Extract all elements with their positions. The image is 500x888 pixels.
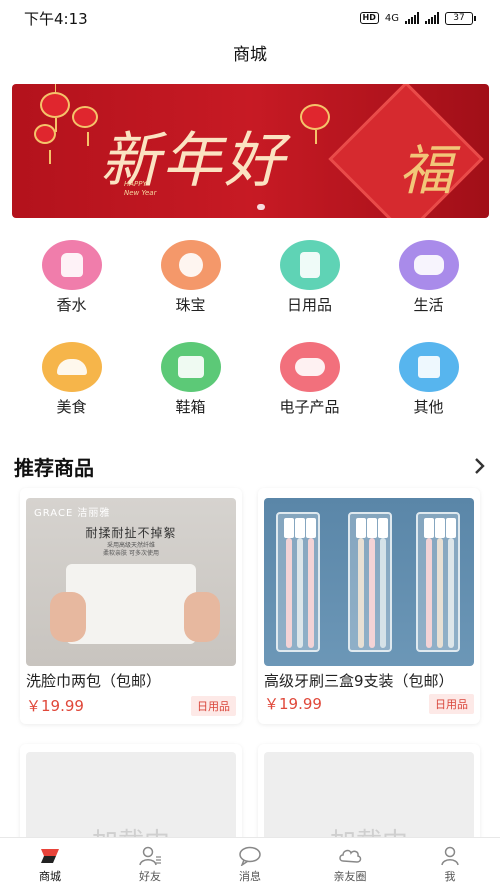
category-electronics[interactable]: 电子产品: [250, 342, 369, 444]
fu-character: 福: [399, 139, 453, 202]
nav-label: 亲友圈: [333, 870, 367, 883]
product-price: ￥19.99: [26, 697, 84, 715]
nav-item-messages[interactable]: 消息: [200, 838, 300, 888]
hand-shape: [50, 592, 86, 642]
product-image-headline: 耐揉耐扯不掉絮: [85, 526, 177, 540]
chevron-right-icon[interactable]: [474, 455, 486, 479]
product-card[interactable]: 高级牙刷三盒9支装（包邮） ￥19.99 日用品: [258, 488, 480, 724]
profile-icon: [441, 846, 459, 866]
nav-item-me[interactable]: 我: [400, 838, 500, 888]
product-list-loading: 加载中 加载中: [20, 744, 480, 844]
product-tag: 日用品: [191, 695, 236, 716]
category-label: 珠宝: [175, 296, 206, 314]
nav-label: 好友: [139, 870, 161, 883]
product-image: GRACE 洁丽雅 耐揉耐扯不掉絮 采用高级天然纤维 柔软亲肤 可多次使用: [26, 498, 236, 666]
product-card-loading: 加载中: [258, 744, 480, 844]
hand-shape: [184, 592, 220, 642]
lantern-icon: [72, 106, 98, 146]
nav-label: 商城: [39, 870, 61, 883]
category-label: 电子产品: [279, 398, 340, 416]
jewelry-icon: [160, 240, 221, 290]
nav-label: 消息: [239, 870, 261, 883]
daily-goods-icon: [279, 240, 340, 290]
product-list: GRACE 洁丽雅 耐揉耐扯不掉絮 采用高级天然纤维 柔软亲肤 可多次使用 洗脸…: [20, 488, 480, 724]
signal-icon-2: [425, 12, 439, 24]
lantern-icon: [40, 92, 70, 132]
category-label: 其他: [413, 398, 444, 416]
nav-label: 我: [444, 870, 456, 883]
shoebox-icon: [160, 342, 221, 392]
status-time: 下午4:13: [24, 9, 88, 28]
lantern-icon: [300, 104, 330, 144]
category-food[interactable]: 美食: [12, 342, 131, 444]
recommend-title: 推荐商品: [14, 456, 94, 480]
signal-icon: [405, 12, 419, 24]
network-label: 4G: [384, 12, 399, 24]
circle-icon: [339, 849, 362, 863]
product-name: 洗脸巾两包（包邮）: [26, 672, 162, 690]
category-label: 生活: [413, 296, 444, 314]
message-icon: [239, 846, 261, 866]
status-icons: HD 4G 37: [359, 11, 476, 25]
category-label: 日用品: [286, 296, 332, 314]
lantern-icon: [34, 124, 56, 164]
hd-icon: HD: [359, 12, 379, 24]
loading-placeholder: 加载中: [26, 752, 236, 844]
toothbrush-box: [416, 512, 460, 652]
toothbrush-box: [348, 512, 392, 652]
bottom-nav: 商城 好友 消息 亲友圈 我: [0, 837, 500, 888]
page-title: 商城: [233, 45, 267, 65]
product-image: [264, 498, 474, 666]
category-perfume[interactable]: 香水: [12, 240, 131, 342]
friends-icon: [139, 846, 161, 866]
category-label: 香水: [56, 296, 87, 314]
category-jewelry[interactable]: 珠宝: [131, 240, 250, 342]
nav-item-friends[interactable]: 好友: [100, 838, 200, 888]
category-row: 美食 鞋箱 电子产品 其他: [12, 342, 488, 444]
battery-icon: 37: [445, 11, 476, 25]
battery-level: 37: [445, 11, 473, 25]
product-card-loading: 加载中: [20, 744, 242, 844]
perfume-icon: [41, 240, 102, 290]
banner-subtitle-line1: HAPPY: [124, 180, 147, 188]
mall-icon: [41, 849, 59, 863]
banner-subtitle: HAPPY New Year: [124, 180, 156, 198]
category-row: 香水 珠宝 日用品 生活: [12, 240, 488, 342]
product-image-fineprint: 采用高级天然纤维 柔软亲肤 可多次使用: [26, 542, 236, 558]
product-image-fineprint-line1: 采用高级天然纤维: [106, 542, 155, 549]
life-icon: [398, 240, 459, 290]
promo-banner[interactable]: 新年好 HAPPY New Year 福: [12, 84, 489, 218]
nav-item-mall[interactable]: 商城: [0, 838, 100, 888]
gamepad-icon: [279, 342, 340, 392]
category-label: 鞋箱: [175, 398, 206, 416]
category-life[interactable]: 生活: [369, 240, 488, 342]
carousel-indicator: [257, 204, 265, 210]
food-icon: [41, 342, 102, 392]
category-daily[interactable]: 日用品: [250, 240, 369, 342]
grid-icon: [398, 342, 459, 392]
category-shoes[interactable]: 鞋箱: [131, 342, 250, 444]
banner-subtitle-line2: New Year: [124, 189, 157, 197]
category-grid: 香水 珠宝 日用品 生活 美食 鞋箱 电子产品 其他: [12, 240, 488, 444]
loading-placeholder: 加载中: [264, 752, 474, 844]
product-price: ￥19.99: [264, 695, 322, 713]
product-footer: ￥19.99 日用品: [26, 695, 236, 716]
product-name: 高级牙刷三盒9支装（包邮）: [264, 672, 454, 690]
product-image-brand: GRACE 洁丽雅: [34, 508, 111, 519]
category-label: 美食: [56, 398, 87, 416]
product-footer: ￥19.99 日用品: [264, 693, 474, 714]
category-other[interactable]: 其他: [369, 342, 488, 444]
product-image-fineprint-line2: 柔软亲肤 可多次使用: [103, 550, 159, 557]
product-card[interactable]: GRACE 洁丽雅 耐揉耐扯不掉絮 采用高级天然纤维 柔软亲肤 可多次使用 洗脸…: [20, 488, 242, 724]
nav-item-circle[interactable]: 亲友圈: [300, 838, 400, 888]
product-tag: 日用品: [429, 693, 474, 714]
toothbrush-box: [276, 512, 320, 652]
recommend-header: 推荐商品: [14, 452, 486, 481]
status-bar: 下午4:13 HD 4G 37: [0, 0, 500, 36]
